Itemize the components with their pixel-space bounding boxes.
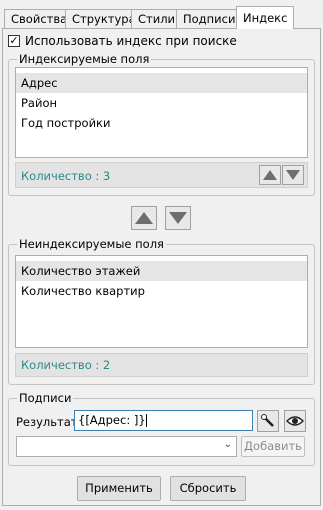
result-input-value: {[Адрес: ]} [78, 413, 146, 427]
list-item[interactable]: Количество этажей [16, 261, 307, 281]
magic-wand-icon [261, 414, 274, 427]
indexed-fields-list[interactable]: Адрес Район Год постройки [15, 67, 308, 158]
indexed-move-up-button[interactable] [259, 165, 281, 185]
result-input[interactable]: {[Адрес: ]} [74, 410, 253, 431]
list-item[interactable]: Год постройки [16, 113, 307, 133]
chevron-down-icon[interactable]: ⌄ [224, 439, 232, 450]
indexed-fields-title: Индексируемые поля [17, 52, 152, 66]
move-to-non-indexed-button[interactable] [165, 206, 191, 230]
tab-index[interactable]: Индекс [236, 6, 294, 29]
eye-icon [286, 416, 304, 426]
use-index-checkbox[interactable]: ✓ [8, 35, 20, 47]
reset-button[interactable]: Сбросить [170, 476, 246, 501]
indexed-count-bar: Количество : 3 [15, 162, 308, 188]
indexed-move-down-button[interactable] [282, 165, 304, 185]
captions-title: Подписи [17, 391, 74, 405]
use-index-label: Использовать индекс при поиске [25, 34, 237, 48]
list-item[interactable]: Район [16, 93, 307, 113]
list-item[interactable]: Количество квартир [16, 281, 307, 301]
non-indexed-count: Количество : 2 [21, 358, 111, 372]
field-select[interactable]: ⌄ [16, 436, 237, 457]
arrow-down-icon [286, 170, 300, 180]
arrow-up-icon [135, 212, 153, 224]
result-label: Результат [16, 415, 78, 429]
tab-structure[interactable]: Структура [65, 9, 136, 28]
magic-wand-button[interactable] [257, 410, 279, 432]
non-indexed-fields-list[interactable]: Количество этажей Количество квартир [15, 255, 308, 348]
arrow-down-icon [169, 212, 187, 224]
apply-button[interactable]: Применить [77, 476, 161, 501]
tab-styles[interactable]: Стили [131, 9, 177, 28]
indexed-count: Количество : 3 [21, 169, 111, 183]
captions-group: Подписи Результат {[Адрес: ]} ⌄ Добавить [8, 391, 315, 466]
tab-captions[interactable]: Подписи [176, 9, 237, 28]
tab-properties[interactable]: Свойства [4, 9, 67, 28]
arrow-up-icon [263, 170, 277, 180]
move-to-indexed-button[interactable] [131, 206, 157, 230]
use-index-row[interactable]: ✓ Использовать индекс при поиске [8, 33, 237, 49]
non-indexed-fields-title: Неиндексируемые поля [17, 237, 166, 251]
indexed-fields-group: Индексируемые поля Адрес Район Год постр… [8, 52, 315, 196]
non-indexed-fields-group: Неиндексируемые поля Количество этажей К… [8, 237, 315, 385]
preview-button[interactable] [284, 410, 306, 432]
text-cursor [145, 414, 147, 427]
non-indexed-count-bar: Количество : 2 [15, 353, 308, 377]
list-item[interactable]: Адрес [16, 73, 307, 93]
add-button[interactable]: Добавить [241, 436, 305, 457]
